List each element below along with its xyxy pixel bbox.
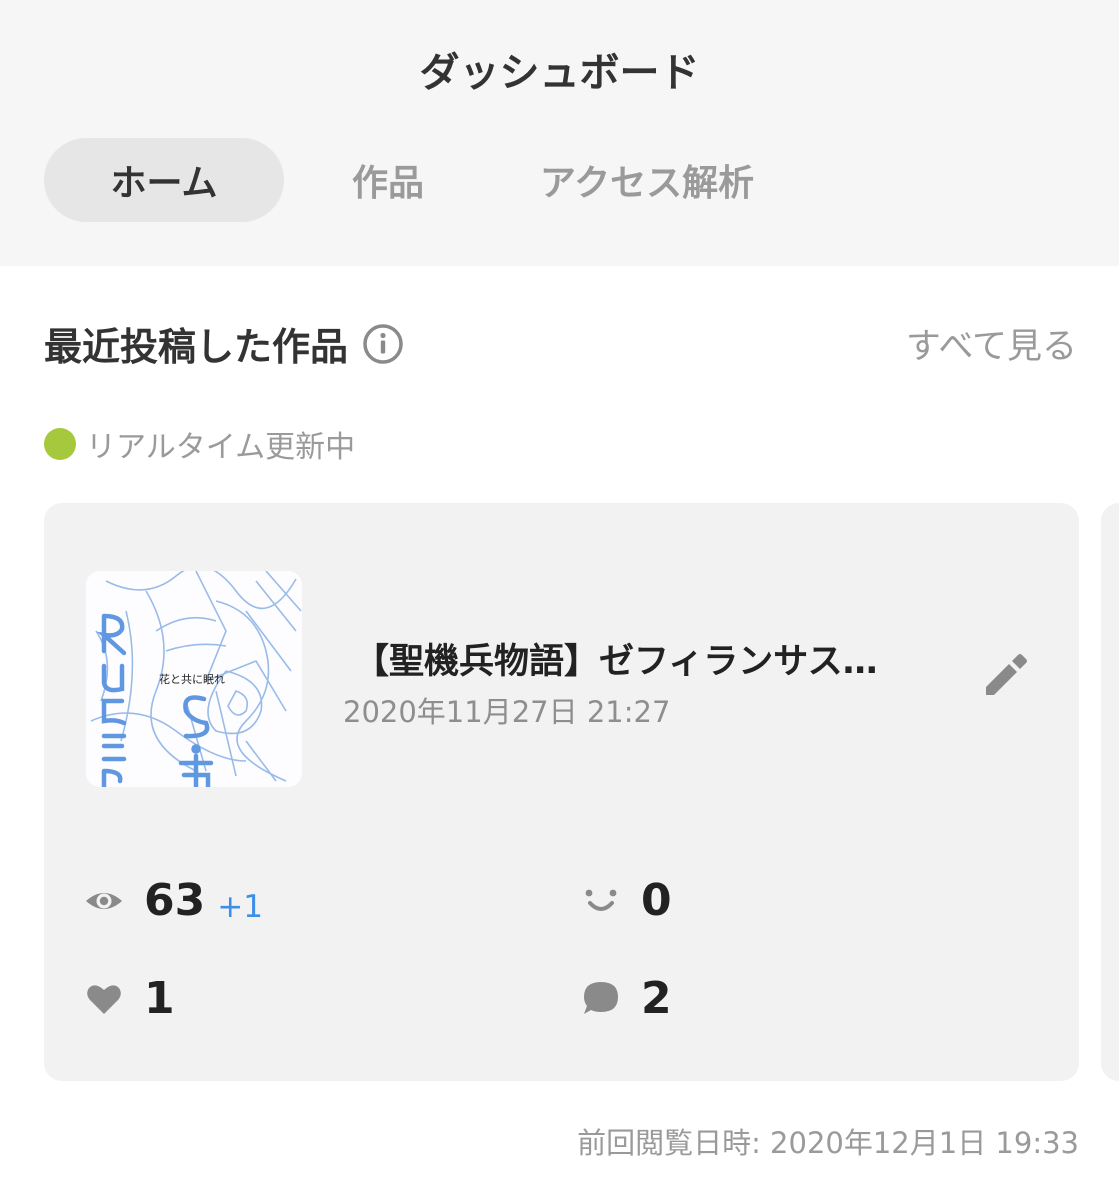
next-work-card[interactable] (1101, 503, 1119, 1081)
smile-icon (585, 889, 617, 911)
edit-pencil-icon[interactable] (978, 649, 1032, 703)
heart-icon (87, 984, 121, 1014)
comment-bubble-icon (584, 981, 618, 1014)
tab-analytics[interactable]: アクセス解析 (492, 138, 802, 222)
views-count: 63 (144, 875, 206, 926)
thumbnail-caption: 花と共に眠れ (159, 673, 225, 686)
views-delta: +1 (217, 888, 263, 925)
work-date: 2020年11月27日 21:27 (343, 695, 671, 729)
section-title: 最近投稿した作品 (44, 316, 404, 371)
work-thumbnail[interactable]: 花と共に眠れ (86, 571, 302, 787)
page-title: ダッシュボード (419, 50, 700, 96)
info-icon[interactable] (362, 323, 404, 365)
realtime-label: リアルタイム更新中 (86, 430, 356, 465)
reactions-stat: 0 (581, 875, 672, 926)
section-title-text: 最近投稿した作品 (44, 325, 349, 369)
tab-home[interactable]: ホーム (44, 138, 284, 222)
tab-works[interactable]: 作品 (284, 138, 492, 222)
eye-icon (86, 892, 122, 909)
comments-count: 2 (641, 973, 672, 1024)
likes-stat: 1 (84, 973, 175, 1024)
last-viewed-timestamp: 前回閲覧日時: 2020年12月1日 19:33 (577, 1126, 1079, 1160)
work-title[interactable]: 【聖機兵物語】ゼフィランサス… (354, 633, 878, 684)
realtime-indicator: リアルタイム更新中 (44, 422, 355, 466)
header: ダッシュボード ホーム 作品 アクセス解析 (0, 0, 1119, 266)
see-all-link[interactable]: すべて見る (906, 318, 1077, 369)
comments-stat: 2 (581, 973, 672, 1024)
views-stat: 63 +1 (84, 875, 263, 926)
work-card[interactable]: 花と共に眠れ 【聖機兵物語】ゼフィランサス… 2020年11月27日 21:27… (44, 503, 1079, 1081)
status-dot-icon (44, 428, 76, 460)
reactions-count: 0 (641, 875, 672, 926)
tab-bar: ホーム 作品 アクセス解析 (44, 138, 802, 222)
likes-count: 1 (144, 973, 175, 1024)
